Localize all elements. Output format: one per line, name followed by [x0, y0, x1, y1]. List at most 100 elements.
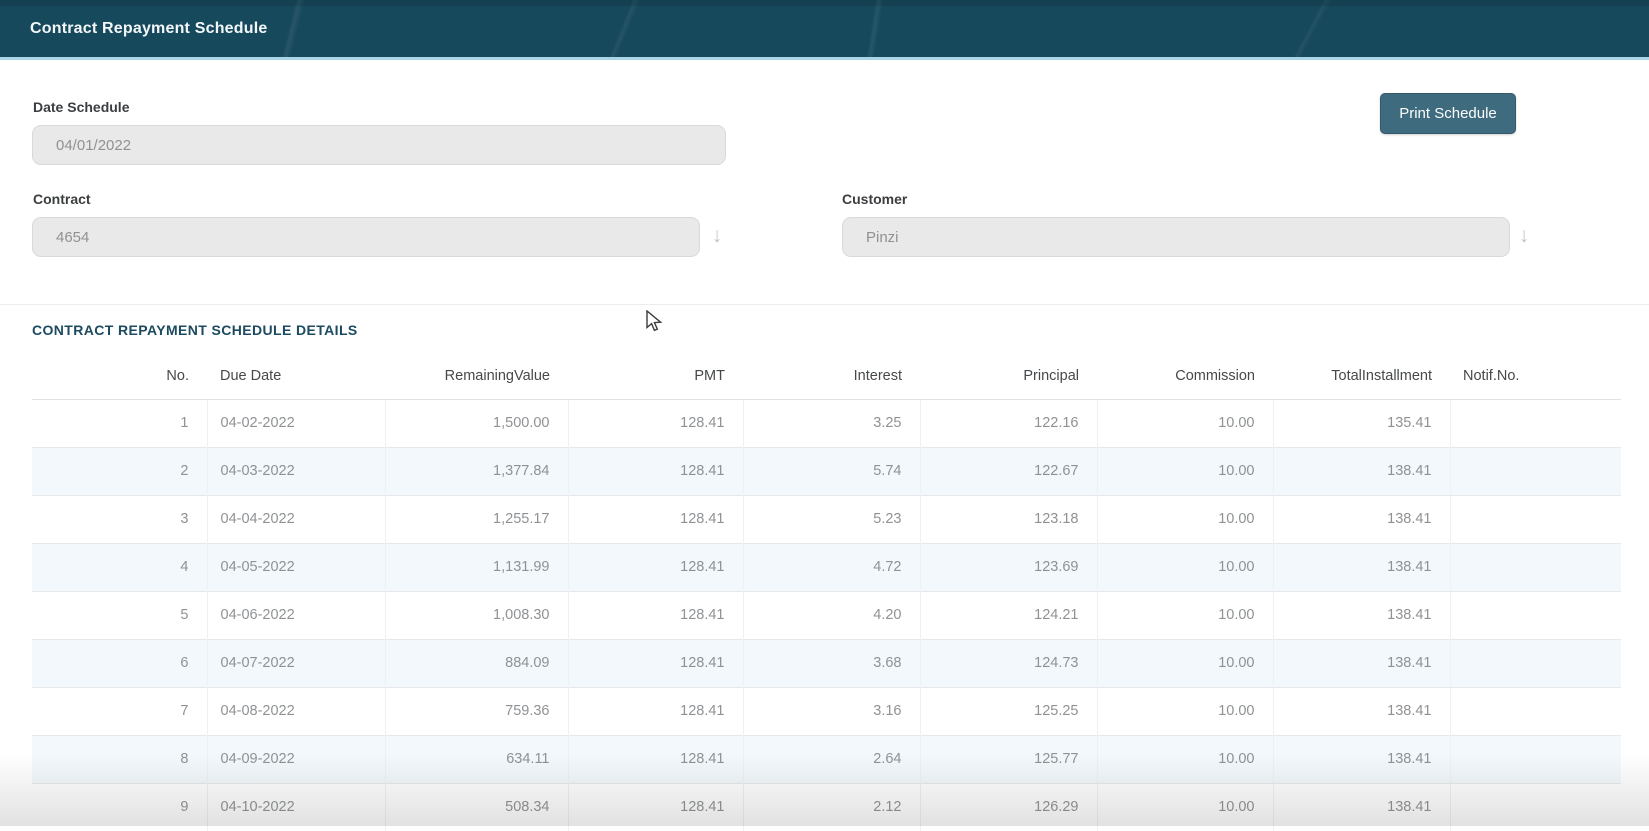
table-cell: 1,131.99	[385, 543, 568, 591]
column-header: No.	[32, 353, 207, 399]
table-row: 104-02-20221,500.00128.413.25122.1610.00…	[32, 399, 1621, 447]
table-cell: 124.21	[920, 591, 1097, 639]
table-cell: 3.25	[743, 399, 920, 447]
table-cell: 04-10-2022	[207, 783, 385, 831]
table-cell	[1450, 495, 1621, 543]
customer-dropdown-arrow-icon[interactable]: ↓	[1512, 224, 1536, 248]
table-cell	[1450, 591, 1621, 639]
table-cell: 2.64	[743, 735, 920, 783]
table-cell: 10.00	[1097, 639, 1273, 687]
column-header: Notif.No.	[1450, 353, 1621, 399]
table-cell: 138.41	[1273, 735, 1450, 783]
table-cell: 9	[32, 783, 207, 831]
table-cell: 5.74	[743, 447, 920, 495]
mouse-cursor-icon	[646, 310, 665, 337]
table-cell: 123.69	[920, 543, 1097, 591]
section-divider	[0, 304, 1649, 305]
table-cell: 04-04-2022	[207, 495, 385, 543]
table-cell: 6	[32, 639, 207, 687]
table-cell: 2	[32, 447, 207, 495]
table-cell: 123.18	[920, 495, 1097, 543]
table-cell: 759.36	[385, 687, 568, 735]
table-cell	[1450, 687, 1621, 735]
page-title: Contract Repayment Schedule	[30, 0, 267, 57]
date-schedule-label: Date Schedule	[33, 99, 129, 115]
table-cell: 128.41	[568, 735, 743, 783]
table-row: 504-06-20221,008.30128.414.20124.2110.00…	[32, 591, 1621, 639]
table-cell: 4.20	[743, 591, 920, 639]
table-cell	[1450, 543, 1621, 591]
table-cell: 135.41	[1273, 399, 1450, 447]
table-cell: 3	[32, 495, 207, 543]
print-schedule-button[interactable]: Print Schedule	[1380, 93, 1516, 134]
table-cell: 10.00	[1097, 687, 1273, 735]
column-header: Principal	[920, 353, 1097, 399]
table-cell	[1450, 399, 1621, 447]
table-cell: 884.09	[385, 639, 568, 687]
table-cell: 4	[32, 543, 207, 591]
customer-label: Customer	[842, 191, 907, 207]
contract-input[interactable]	[32, 217, 700, 257]
table-cell: 7	[32, 687, 207, 735]
column-header: Due Date	[207, 353, 385, 399]
table-cell: 126.29	[920, 783, 1097, 831]
header-row: No.Due DateRemainingValuePMTInterestPrin…	[32, 353, 1621, 399]
table-row: 804-09-2022634.11128.412.64125.7710.0013…	[32, 735, 1621, 783]
table-cell: 122.67	[920, 447, 1097, 495]
table-cell: 04-05-2022	[207, 543, 385, 591]
table-row: 604-07-2022884.09128.413.68124.7310.0013…	[32, 639, 1621, 687]
table-cell: 5.23	[743, 495, 920, 543]
table-cell: 8	[32, 735, 207, 783]
table-cell: 1	[32, 399, 207, 447]
table-cell: 1,255.17	[385, 495, 568, 543]
contract-dropdown-arrow-icon[interactable]: ↓	[705, 224, 729, 248]
table-cell	[1450, 639, 1621, 687]
table-cell: 508.34	[385, 783, 568, 831]
app-header-bar: Contract Repayment Schedule	[0, 0, 1649, 60]
table-cell: 124.73	[920, 639, 1097, 687]
table-cell: 128.41	[568, 495, 743, 543]
table-cell: 125.25	[920, 687, 1097, 735]
column-header: RemainingValue	[385, 353, 568, 399]
table-cell: 138.41	[1273, 687, 1450, 735]
date-schedule-input[interactable]	[32, 125, 726, 165]
table-cell: 634.11	[385, 735, 568, 783]
table-cell: 138.41	[1273, 447, 1450, 495]
table-cell: 10.00	[1097, 735, 1273, 783]
table-body: 104-02-20221,500.00128.413.25122.1610.00…	[32, 399, 1621, 831]
table-cell: 128.41	[568, 543, 743, 591]
table-cell: 10.00	[1097, 543, 1273, 591]
table-cell: 5	[32, 591, 207, 639]
table-cell: 138.41	[1273, 543, 1450, 591]
table-head: No.Due DateRemainingValuePMTInterestPrin…	[32, 353, 1621, 399]
column-header: Interest	[743, 353, 920, 399]
table-cell: 10.00	[1097, 783, 1273, 831]
customer-input[interactable]	[842, 217, 1510, 257]
table-cell: 125.77	[920, 735, 1097, 783]
table-cell: 04-09-2022	[207, 735, 385, 783]
table-cell: 128.41	[568, 399, 743, 447]
table-cell	[1450, 783, 1621, 831]
table-cell	[1450, 447, 1621, 495]
table-cell: 138.41	[1273, 639, 1450, 687]
contract-label: Contract	[33, 191, 91, 207]
table-row: 404-05-20221,131.99128.414.72123.6910.00…	[32, 543, 1621, 591]
table-cell: 04-02-2022	[207, 399, 385, 447]
table-row: 704-08-2022759.36128.413.16125.2510.0013…	[32, 687, 1621, 735]
column-header: PMT	[568, 353, 743, 399]
details-section-title: CONTRACT REPAYMENT SCHEDULE DETAILS	[32, 322, 358, 338]
table-cell: 128.41	[568, 687, 743, 735]
table-cell: 04-07-2022	[207, 639, 385, 687]
table-row: 204-03-20221,377.84128.415.74122.6710.00…	[32, 447, 1621, 495]
table-cell: 2.12	[743, 783, 920, 831]
table-cell	[1450, 735, 1621, 783]
table-cell: 10.00	[1097, 495, 1273, 543]
table-cell: 1,008.30	[385, 591, 568, 639]
table-cell: 128.41	[568, 447, 743, 495]
table-cell: 138.41	[1273, 495, 1450, 543]
table-cell: 04-03-2022	[207, 447, 385, 495]
table-cell: 10.00	[1097, 399, 1273, 447]
table-cell: 4.72	[743, 543, 920, 591]
table-cell: 3.16	[743, 687, 920, 735]
table-cell: 138.41	[1273, 591, 1450, 639]
